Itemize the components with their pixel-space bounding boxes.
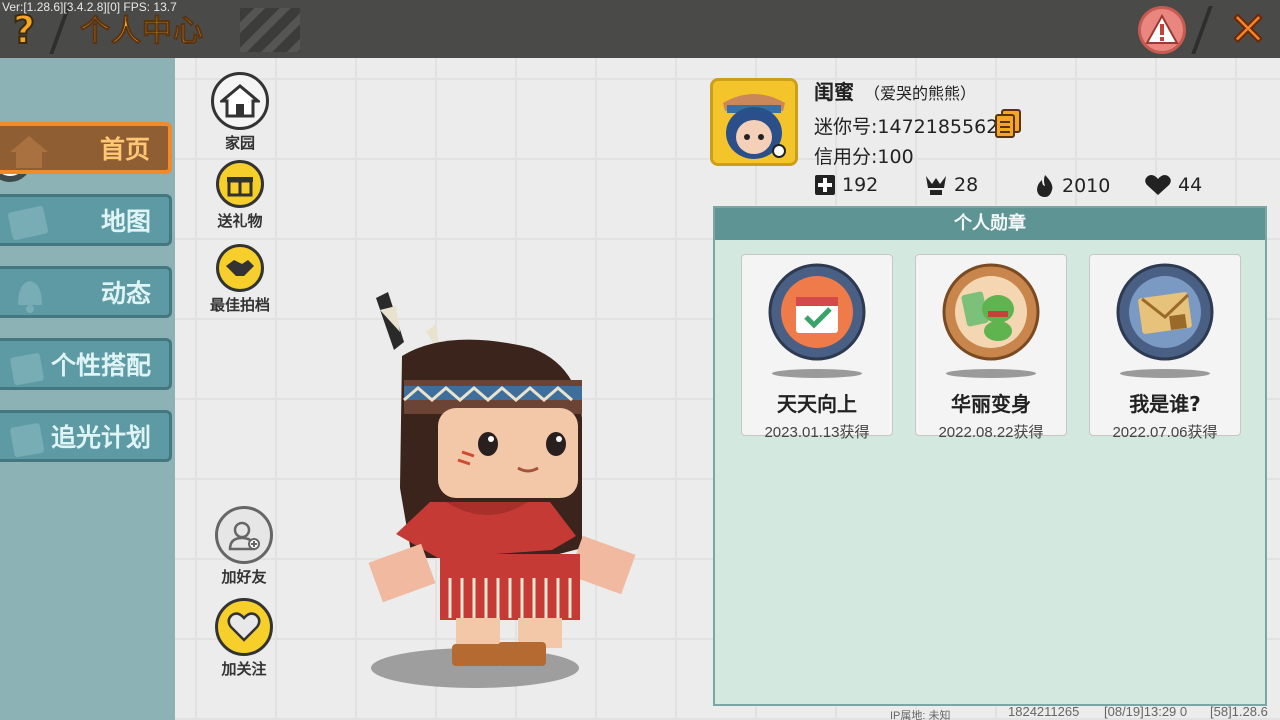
- map-icon: [8, 206, 48, 240]
- home-action-label: 家园: [224, 134, 255, 152]
- medal-name: 天天向上: [777, 392, 857, 416]
- stat-likes: 192: [814, 174, 878, 196]
- stat-value: 28: [954, 174, 979, 196]
- partner-action[interactable]: 最佳拍档: [200, 244, 280, 315]
- help-button[interactable]: ?: [4, 7, 44, 53]
- copy-id-button[interactable]: [994, 108, 1022, 138]
- medal-card[interactable]: 华丽变身 2022.08.22获得: [915, 254, 1067, 441]
- copy-icon: [995, 109, 1021, 138]
- add-user-icon: [228, 521, 260, 551]
- bell-icon: [18, 281, 42, 313]
- partner-action-label: 最佳拍档: [209, 296, 270, 314]
- heart-icon: [1145, 175, 1171, 195]
- stat-value: 192: [842, 174, 879, 196]
- add-friend-button[interactable]: [215, 506, 273, 564]
- plan-icon: [10, 423, 45, 458]
- heart-outline-icon: [227, 612, 261, 642]
- medal-shadow: [772, 369, 862, 378]
- header-stripe-decoration: [240, 8, 300, 52]
- follow-label: 加关注: [221, 660, 267, 678]
- user-uid-readout: 1824211265: [1008, 704, 1080, 719]
- medal-card[interactable]: 天天向上 2023.01.13获得: [741, 254, 893, 441]
- sidebar-item-map[interactable]: 地图: [0, 194, 172, 246]
- sidebar-item-label: 动态: [100, 279, 151, 308]
- stat-popularity: 2010: [1034, 174, 1110, 198]
- home-icon: [10, 136, 48, 168]
- medal-shadow: [946, 369, 1036, 378]
- outfit-icon: [10, 353, 44, 386]
- medal-panel: 个人勋章 天天向上 2023.01.13获得 华丽变身 2022.08.22获得: [713, 206, 1267, 706]
- stat-value: 44: [1178, 174, 1203, 196]
- sidebar-item-label: 追光计划: [50, 423, 151, 452]
- timestamp-readout: [08/19]13:29 0: [1104, 704, 1188, 719]
- home-action-button[interactable]: [211, 72, 269, 130]
- trophy-icon: [926, 176, 946, 195]
- report-button[interactable]: [1138, 6, 1186, 54]
- medal-date: 2022.07.06获得: [1112, 424, 1218, 441]
- gift-icon: [227, 177, 253, 197]
- follow-action[interactable]: 加关注: [204, 598, 284, 679]
- page-title: 个人中心: [80, 14, 204, 50]
- close-button[interactable]: ✕: [1226, 5, 1270, 53]
- home-action[interactable]: 家园: [200, 72, 280, 153]
- medal-panel-title: 个人勋章: [715, 208, 1265, 240]
- nickname-subtitle: （爱哭的熊熊）: [864, 84, 977, 103]
- character-avatar-3d: [368, 292, 636, 688]
- ip-location: IP属地: 未知: [890, 710, 951, 720]
- stat-friends: 44: [1144, 174, 1202, 196]
- profile-name: 闺蜜 （爱哭的熊熊）: [814, 76, 976, 105]
- top-bar: ? Ver:[1.28.6][3.4.2.8][0] FPS: 13.7 个人中…: [0, 0, 1280, 58]
- sidebar-item-label: 地图: [100, 207, 151, 236]
- build-readout: [58]1.28.6: [1210, 704, 1268, 719]
- warning-icon: [1145, 14, 1179, 44]
- sidebar: 首页 地图 动态 个性搭配 追光计划: [0, 58, 175, 720]
- add-friend-action[interactable]: 加好友: [204, 506, 284, 587]
- sidebar-item-label: 首页: [99, 135, 150, 164]
- credit-score: 信用分:100: [814, 146, 914, 168]
- gift-action-button[interactable]: [216, 160, 264, 208]
- nickname-text: 闺蜜: [814, 80, 854, 104]
- calendar-medal-icon: [768, 263, 866, 361]
- sidebar-item-outfit[interactable]: 个性搭配: [0, 338, 172, 390]
- medal-card[interactable]: 我是谁? 2022.07.06获得: [1089, 254, 1241, 441]
- add-friend-label: 加好友: [221, 568, 267, 586]
- dinosaur-medal-icon: [942, 263, 1040, 361]
- envelope-medal-icon: [1116, 263, 1214, 361]
- flame-icon: [1037, 175, 1053, 197]
- medal-name: 华丽变身: [951, 392, 1031, 416]
- house-icon: [220, 84, 260, 118]
- follow-button[interactable]: [215, 598, 273, 656]
- stat-fans: 28: [924, 174, 978, 196]
- mini-id: 迷你号:1472185562: [814, 116, 999, 138]
- header-divider: [1191, 6, 1213, 54]
- profile-avatar[interactable]: [710, 78, 798, 166]
- stat-value: 2010: [1062, 175, 1111, 197]
- medal-name: 我是谁?: [1129, 392, 1201, 416]
- handshake-icon: [226, 260, 254, 276]
- gift-action[interactable]: 送礼物: [200, 160, 280, 231]
- plus-square-icon: [815, 175, 835, 195]
- sidebar-item-label: 个性搭配: [50, 351, 151, 380]
- medal-shadow: [1120, 369, 1210, 378]
- sidebar-item-plan[interactable]: 追光计划: [0, 410, 172, 462]
- gift-action-label: 送礼物: [217, 212, 263, 230]
- sidebar-item-home[interactable]: 首页: [0, 122, 172, 174]
- medal-date: 2023.01.13获得: [764, 424, 870, 441]
- sidebar-item-feed[interactable]: 动态: [0, 266, 172, 318]
- partner-action-button[interactable]: [216, 244, 264, 292]
- medal-date: 2022.08.22获得: [938, 424, 1044, 441]
- avatar-portrait: [713, 81, 795, 163]
